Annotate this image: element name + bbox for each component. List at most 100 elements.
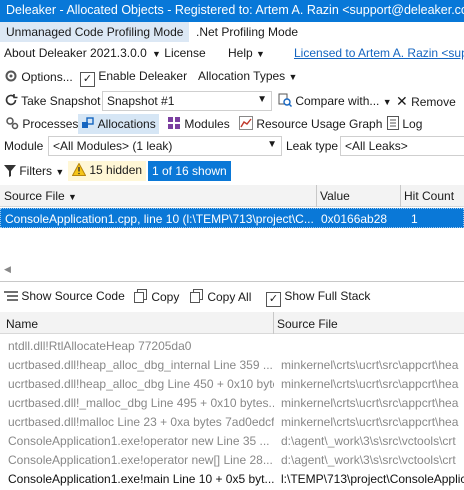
stack-frame-name: ConsoleApplication1.exe!operator new Lin…: [8, 434, 270, 448]
leak-type-select[interactable]: <All Leaks>: [340, 136, 464, 156]
tab-log-label: Log: [402, 117, 423, 131]
gear-icon: [4, 69, 18, 86]
table-row[interactable]: ConsoleApplication1.exe!operator new[] L…: [0, 450, 464, 469]
show-full-stack-checkbox[interactable]: ✓ Show Full Stack: [266, 289, 370, 307]
leak-type-value: <All Leaks>: [345, 139, 408, 153]
chevron-down-icon: ▼: [267, 139, 277, 150]
allocation-types-dropdown[interactable]: Allocation Types ▼: [198, 69, 297, 83]
compare-icon: [278, 93, 292, 110]
table-row[interactable]: ucrtbased.dll!heap_alloc_dbg Line 450 + …: [0, 374, 464, 393]
tab-modules-label: Modules: [184, 117, 230, 131]
column-hit-count[interactable]: Hit Count: [404, 189, 454, 203]
window-title: Deleaker - Allocated Objects - Registere…: [0, 0, 464, 22]
column-source-file[interactable]: Source File ▼: [4, 189, 77, 203]
remove-button[interactable]: ✕ Remove: [396, 93, 456, 110]
alloc-table-header: Source File ▼ Value Hit Count: [0, 185, 464, 207]
modules-icon: [167, 116, 181, 133]
refresh-icon: [4, 93, 18, 110]
help-menu[interactable]: Help ▼: [228, 46, 265, 60]
source-code-icon: [4, 290, 18, 305]
column-divider: [273, 312, 274, 334]
tab-allocations[interactable]: Allocations: [78, 114, 159, 134]
column-stack-source-file[interactable]: Source File: [277, 317, 338, 331]
tab-net-mode[interactable]: .Net Profiling Mode: [190, 22, 304, 42]
copy-all-label: Copy All: [207, 290, 252, 304]
scroll-left-icon: ◀: [4, 264, 11, 274]
snapshot-select[interactable]: Snapshot #1 ▼: [102, 91, 272, 111]
panel-splitter[interactable]: [0, 281, 464, 282]
filters-label: Filters: [19, 164, 53, 178]
checkmark-icon: ✓: [266, 292, 281, 307]
filters-dropdown[interactable]: Filters ▼: [4, 164, 64, 180]
stack-frame-source: minkernel\crts\ucrt\src\appcrt\hea: [281, 396, 459, 410]
row-value: 0x0166ab28: [321, 212, 388, 226]
tab-log[interactable]: Log: [384, 114, 425, 134]
tab-resource-usage-graph[interactable]: Resource Usage Graph: [236, 114, 385, 134]
take-snapshot-button[interactable]: Take Snapshot: [4, 93, 101, 110]
tab-processes[interactable]: Processes: [2, 114, 81, 134]
tab-resource-usage-graph-label: Resource Usage Graph: [256, 117, 383, 131]
tab-unmanaged-mode[interactable]: Unmanaged Code Profiling Mode: [0, 22, 190, 42]
chevron-down-icon: ▼: [257, 94, 267, 105]
stack-frame-source: d:\agent\_work\3\s\src\vctools\crt: [281, 453, 456, 467]
module-label: Module: [4, 139, 44, 153]
checkmark-icon: ✓: [80, 72, 95, 87]
allocations-icon: [81, 116, 95, 133]
column-name[interactable]: Name: [6, 317, 38, 331]
options-label: Options...: [21, 70, 73, 84]
chevron-down-icon: ▼: [288, 72, 298, 82]
hidden-badge[interactable]: 15 hidden: [68, 161, 147, 181]
table-row[interactable]: ntdll.dll!RtlAllocateHeap 77205da0: [0, 336, 464, 355]
module-value: <All Modules> (1 leak): [53, 139, 173, 153]
license-label: License: [164, 46, 206, 60]
options-button[interactable]: Options...: [4, 69, 73, 86]
license-menu[interactable]: ▼ License: [152, 46, 206, 60]
copy-label: Copy: [151, 290, 180, 304]
row-hit-count: 1: [411, 212, 418, 226]
shown-badge[interactable]: 1 of 16 shown: [148, 161, 231, 181]
stack-frame-source: minkernel\crts\ucrt\src\appcrt\hea: [281, 358, 459, 372]
copy-button[interactable]: Copy: [134, 289, 179, 306]
stack-frame-name: ucrtbased.dll!malloc Line 23 + 0xa bytes…: [8, 415, 274, 429]
sort-arrow-icon: ▼: [68, 192, 77, 202]
compare-with-button[interactable]: Compare with... ▼: [278, 93, 392, 110]
filter-icon: [4, 165, 16, 180]
tab-allocations-label: Allocations: [97, 117, 156, 131]
table-row[interactable]: ConsoleApplication1.exe!operator new Lin…: [0, 431, 464, 450]
enable-deleaker-checkbox[interactable]: ✓ Enable Deleaker: [80, 69, 187, 87]
warning-icon: [71, 162, 87, 179]
show-source-code-button[interactable]: Show Source Code: [4, 289, 125, 305]
table-row[interactable]: ucrtbased.dll!malloc Line 23 + 0xa bytes…: [0, 412, 464, 431]
stack-frame-source: minkernel\crts\ucrt\src\appcrt\hea: [281, 377, 459, 391]
show-full-stack-label: Show Full Stack: [284, 289, 371, 303]
copy-icon: [134, 289, 148, 306]
row-source-file: ConsoleApplication1.cpp, line 10 (l:\TEM…: [5, 212, 314, 226]
stack-frame-name: ucrtbased.dll!_malloc_dbg Line 495 + 0x1…: [8, 396, 274, 410]
module-select[interactable]: <All Modules> (1 leak) ▼: [48, 136, 282, 156]
graph-icon: [239, 116, 253, 133]
chevron-down-icon: ▼: [382, 97, 392, 107]
stack-table-body: ntdll.dll!RtlAllocateHeap 77205da0 ucrtb…: [0, 336, 464, 490]
licensed-link[interactable]: Licensed to Artem A. Razin <sup: [294, 46, 464, 60]
show-source-code-label: Show Source Code: [21, 289, 125, 303]
allocation-types-label: Allocation Types: [198, 69, 286, 83]
help-label: Help: [228, 46, 253, 60]
take-snapshot-label: Take Snapshot: [21, 94, 101, 108]
table-row[interactable]: ConsoleApplication1.cpp, line 10 (l:\TEM…: [0, 208, 464, 228]
horizontal-scrollbar[interactable]: ◀: [0, 264, 464, 277]
table-row[interactable]: ConsoleApplication1.exe!main Line 10 + 0…: [0, 469, 464, 488]
processes-icon: [5, 116, 19, 133]
stack-frame-name: ucrtbased.dll!heap_alloc_dbg_internal Li…: [8, 358, 273, 372]
column-source-file-label: Source File: [4, 189, 65, 203]
remove-label: Remove: [411, 95, 456, 109]
snapshot-value: Snapshot #1: [107, 94, 175, 108]
column-value[interactable]: Value: [320, 189, 350, 203]
stack-frame-source: l:\TEMP\713\project\ConsoleApplic: [281, 472, 464, 486]
tab-modules[interactable]: Modules: [164, 114, 233, 134]
table-row[interactable]: ucrtbased.dll!heap_alloc_dbg_internal Li…: [0, 355, 464, 374]
table-row[interactable]: ucrtbased.dll!_malloc_dbg Line 495 + 0x1…: [0, 393, 464, 412]
about-menu[interactable]: About Deleaker 2021.3.0.0: [4, 46, 147, 60]
stack-frame-source: minkernel\crts\ucrt\src\appcrt\hea: [281, 415, 459, 429]
tab-processes-label: Processes: [22, 117, 79, 131]
copy-all-button[interactable]: Copy All: [190, 289, 251, 306]
